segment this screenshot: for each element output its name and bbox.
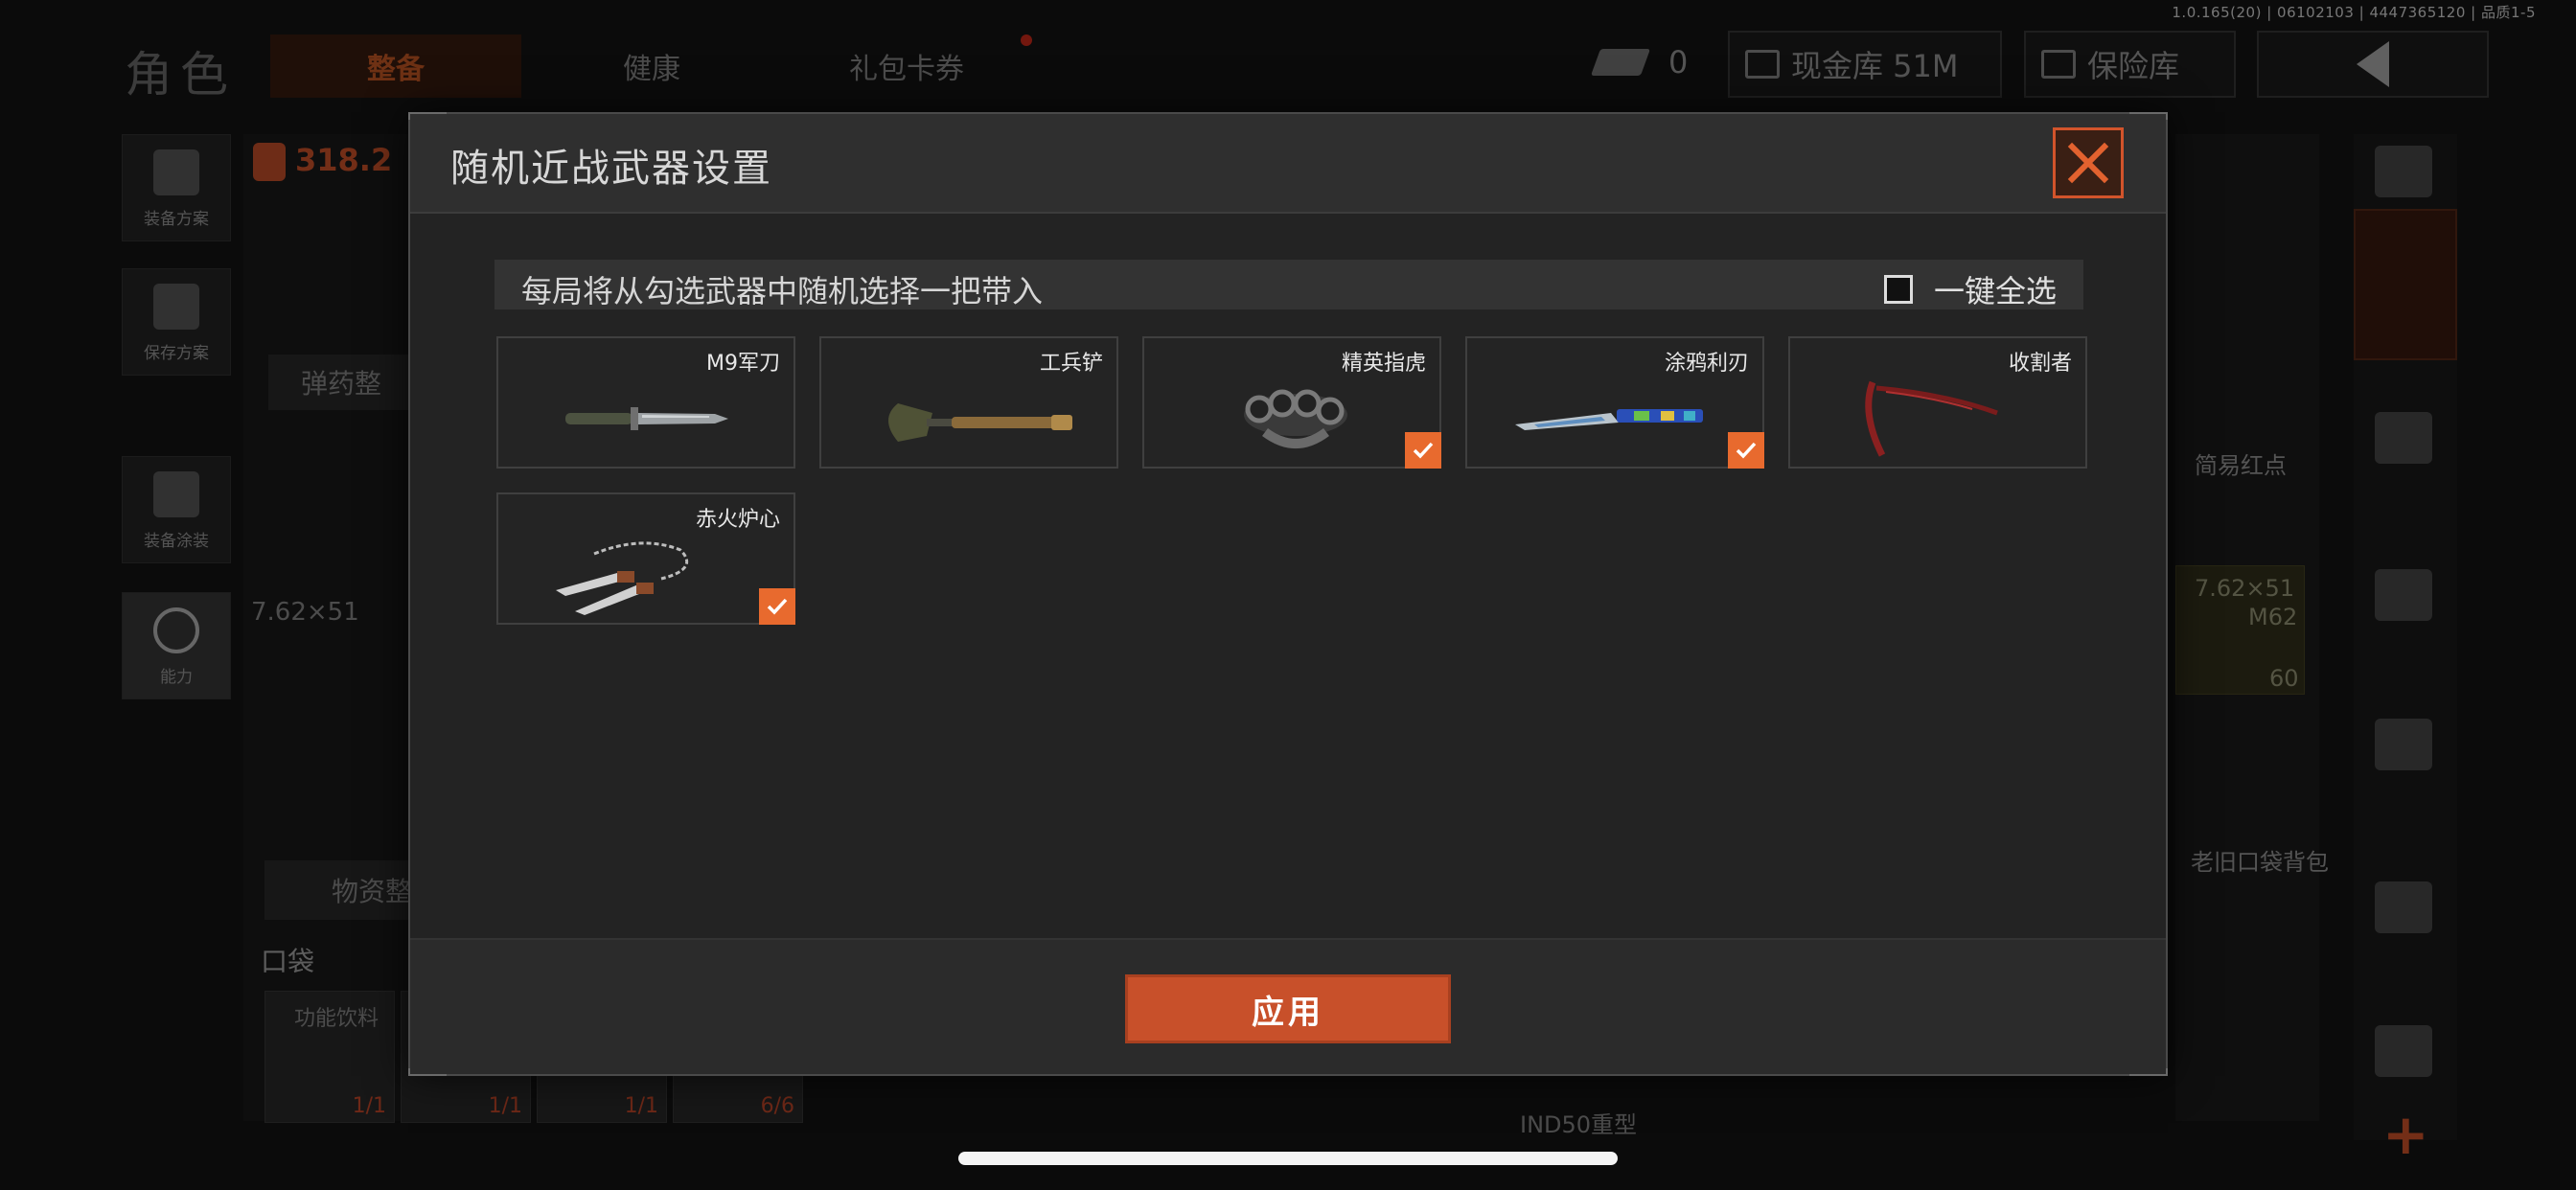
dialog-title: 随机近战武器设置	[450, 147, 772, 191]
info-bar: 每局将从勾选武器中随机选择一把带入 一键全选	[494, 260, 2083, 309]
weapon-name: 赤火炉心	[695, 508, 780, 532]
select-all-toggle[interactable]: 一键全选	[1883, 267, 2057, 311]
weapon-card-shovel[interactable]: 工兵铲	[819, 336, 1118, 469]
dialog-footer: 应用	[410, 938, 2166, 1074]
checkmark-icon	[767, 598, 788, 615]
weapon-name: 收割者	[2008, 352, 2072, 376]
chained-blades-icon	[556, 541, 689, 615]
weapon-card-reaper[interactable]: 收割者	[1788, 336, 2087, 469]
dialog-header: 随机近战武器设置	[410, 114, 2166, 214]
weapon-card-graffiti-blade[interactable]: 涂鸦利刃	[1465, 336, 1764, 469]
graffiti-blade-icon	[1515, 409, 1703, 430]
close-button[interactable]	[2053, 127, 2124, 198]
shovel-icon	[888, 403, 1072, 442]
weapon-checkbox-checked[interactable]	[1728, 432, 1764, 469]
weapon-card-m9-bayonet[interactable]: M9军刀	[496, 336, 795, 469]
random-info-text: 每局将从勾选武器中随机选择一把带入	[521, 273, 1044, 309]
weapon-name: 精英指虎	[1341, 352, 1426, 376]
weapon-name: 工兵铲	[1039, 352, 1103, 376]
checkmark-icon	[1413, 442, 1434, 459]
reaper-scythe-icon	[1865, 380, 1998, 457]
bayonet-knife-icon	[565, 407, 728, 430]
close-icon	[2064, 139, 2112, 187]
weapon-card-red-fire-core[interactable]: 赤火炉心	[496, 492, 795, 625]
weapon-checkbox-checked[interactable]	[759, 588, 795, 625]
home-indicator[interactable]	[958, 1152, 1618, 1165]
select-all-label: 一键全选	[1933, 273, 2057, 309]
brass-knuckles-icon	[1244, 389, 1347, 448]
select-all-checkbox[interactable]	[1883, 275, 1913, 304]
apply-button[interactable]: 应用	[1125, 974, 1451, 1043]
weapon-name: 涂鸦利刃	[1664, 352, 1749, 376]
weapon-card-elite-knuckles[interactable]: 精英指虎	[1142, 336, 1441, 469]
weapon-checkbox-checked[interactable]	[1405, 432, 1441, 469]
random-melee-dialog: 随机近战武器设置 每局将从勾选武器中随机选择一把带入 一键全选 M9军刀 工兵铲	[408, 112, 2168, 1076]
weapon-name: M9军刀	[706, 352, 780, 376]
checkmark-icon	[1736, 442, 1757, 459]
